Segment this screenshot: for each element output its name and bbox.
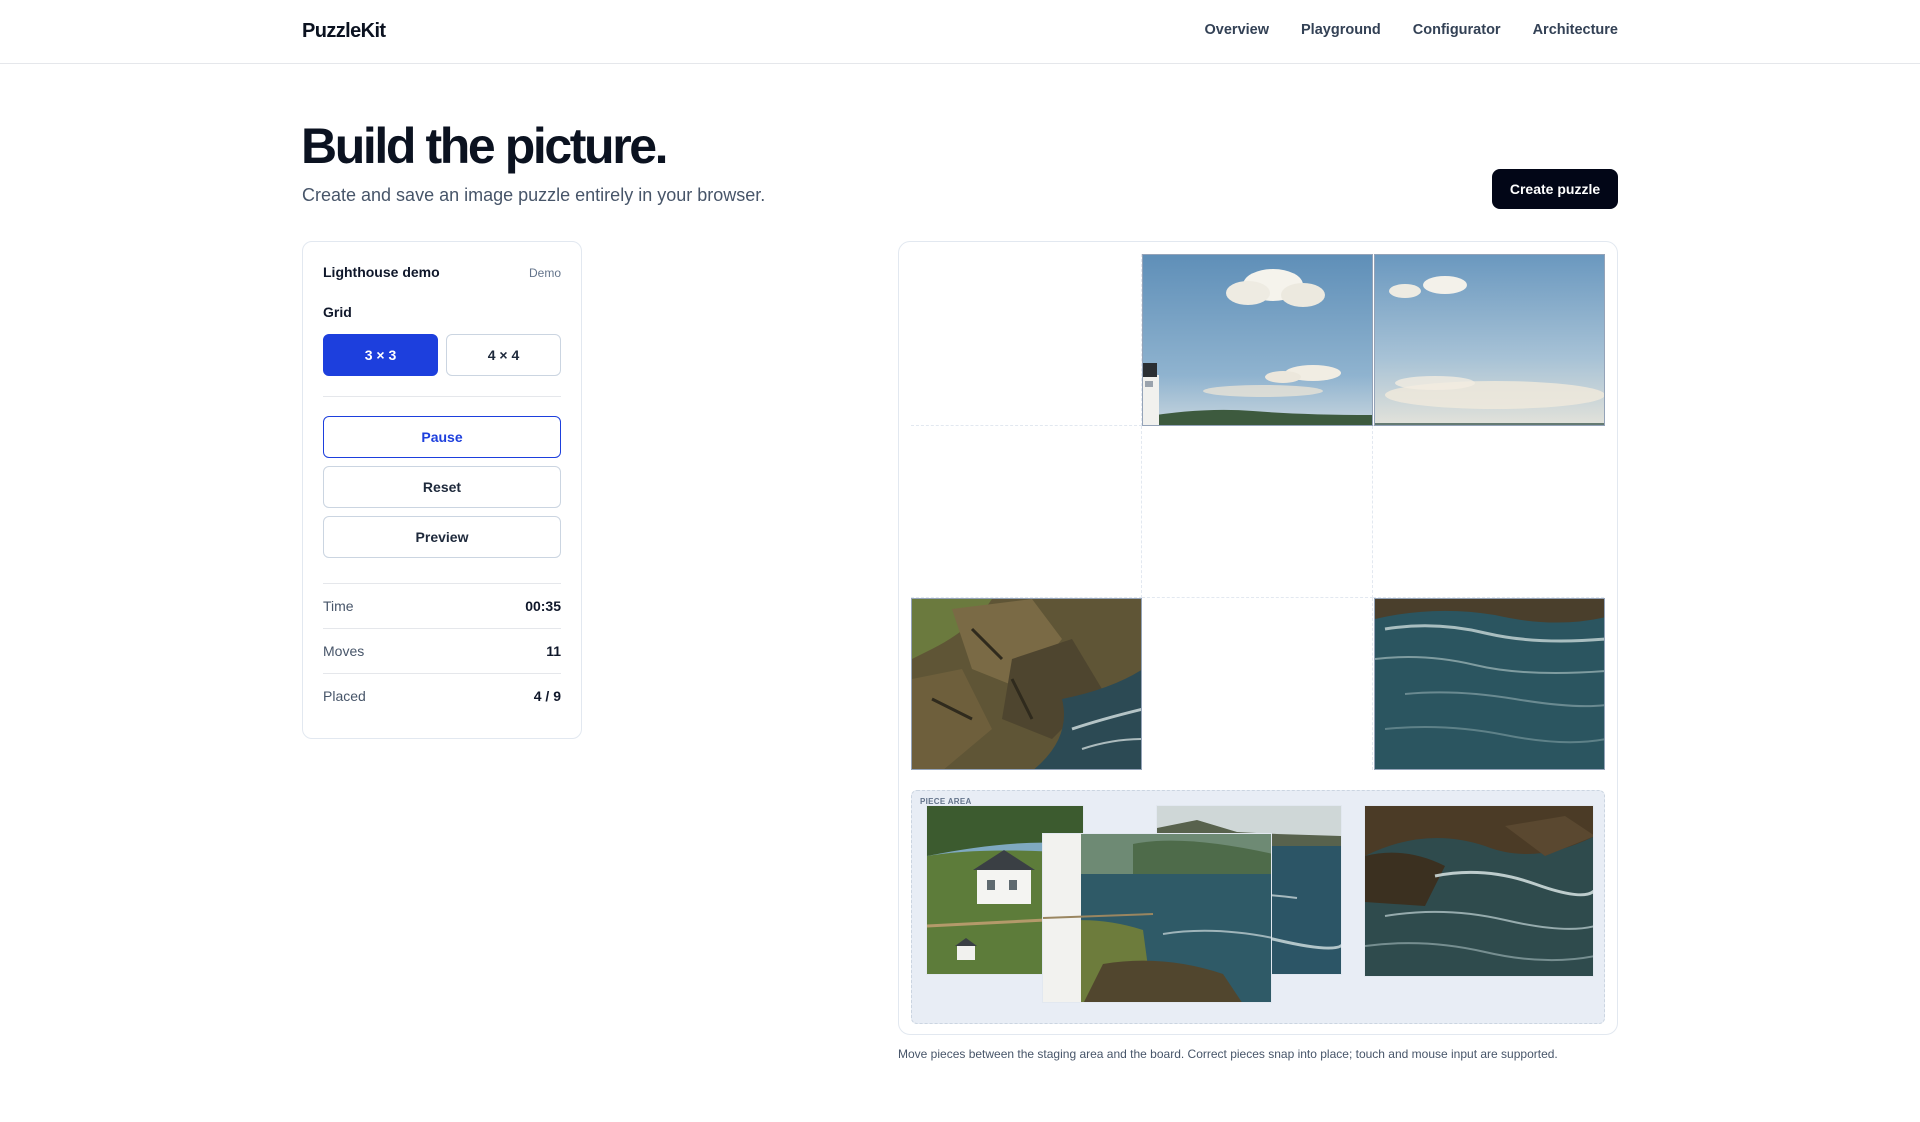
puzzle-piece[interactable] [1364, 805, 1594, 977]
sky-lighthouse-image [1143, 255, 1372, 425]
create-puzzle-button[interactable]: Create puzzle [1492, 169, 1618, 209]
stat-placed-label: Placed [323, 688, 366, 704]
top-navbar: PuzzleKit Overview Playground Configurat… [0, 0, 1920, 64]
puzzle-board [911, 254, 1605, 770]
stat-time-label: Time [323, 598, 354, 614]
grid-option-4x4[interactable]: 4 × 4 [446, 334, 561, 376]
puzzle-control-panel: Lighthouse demo Demo Grid 3 × 3 4 × 4 Pa… [302, 241, 582, 739]
stat-placed: Placed 4 / 9 [323, 674, 561, 718]
stat-time: Time 00:35 [323, 584, 561, 628]
nav-playground[interactable]: Playground [1301, 22, 1381, 38]
puzzle-piece-placed[interactable] [1374, 598, 1605, 770]
board-caption: Move pieces between the staging area and… [898, 1047, 1558, 1061]
board-slot[interactable] [1373, 426, 1604, 598]
pause-button[interactable]: Pause [323, 416, 561, 458]
nav-architecture[interactable]: Architecture [1533, 22, 1618, 38]
board-slot[interactable] [1142, 598, 1373, 770]
divider [323, 396, 561, 397]
grid-label: Grid [323, 304, 352, 320]
puzzle-piece[interactable] [1042, 833, 1272, 1003]
sea-waves-image [1375, 599, 1604, 769]
reset-button[interactable]: Reset [323, 466, 561, 508]
nav-overview[interactable]: Overview [1205, 22, 1270, 38]
puzzle-board-container: PIECE AREA [898, 241, 1618, 1035]
brand-logo[interactable]: PuzzleKit [302, 20, 386, 43]
sky-clouds-image [1375, 255, 1604, 425]
puzzle-piece-placed[interactable] [911, 598, 1142, 770]
puzzle-name: Lighthouse demo [323, 264, 440, 280]
dark-rocks-image [1365, 806, 1593, 976]
demo-badge: Demo [528, 266, 561, 280]
stat-moves-value: 11 [546, 643, 561, 659]
puzzle-piece-placed[interactable] [1142, 254, 1373, 426]
board-slot[interactable] [1142, 426, 1373, 598]
board-slot[interactable] [911, 426, 1142, 598]
stat-time-value: 00:35 [525, 598, 561, 614]
page-subtitle: Create and save an image puzzle entirely… [302, 185, 766, 205]
puzzle-piece-placed[interactable] [1374, 254, 1605, 426]
stat-moves-label: Moves [323, 643, 365, 659]
piece-staging-area[interactable]: PIECE AREA [911, 790, 1605, 1024]
rocky-shore-image [912, 599, 1141, 769]
stat-placed-value: 4 / 9 [533, 688, 561, 704]
preview-button[interactable]: Preview [323, 516, 561, 558]
stat-moves: Moves 11 [323, 629, 561, 673]
lighthouse-tower-image [1043, 834, 1271, 1002]
nav-configurator[interactable]: Configurator [1413, 22, 1501, 38]
grid-option-3x3[interactable]: 3 × 3 [323, 334, 438, 376]
main-nav: Overview Playground Configurator Archite… [1205, 22, 1618, 38]
board-slot[interactable] [911, 254, 1142, 426]
page-title: Build the picture. [301, 118, 669, 174]
